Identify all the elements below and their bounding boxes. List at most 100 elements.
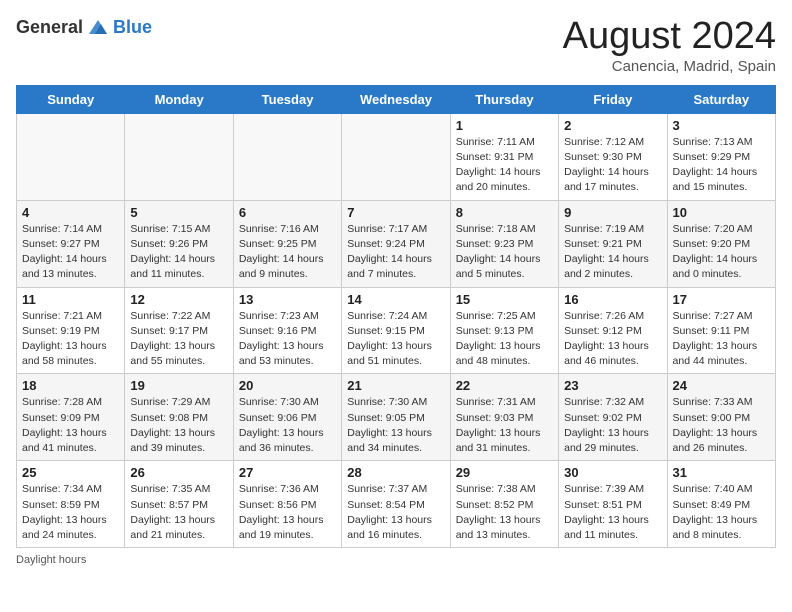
day-number: 23 xyxy=(564,378,661,393)
calendar-cell: 2 Sunrise: 7:12 AM Sunset: 9:30 PM Daylig… xyxy=(559,113,667,200)
logo-blue: Blue xyxy=(113,17,152,38)
daylight-label: Daylight hours xyxy=(16,554,86,566)
day-number: 18 xyxy=(22,378,119,393)
day-info: Sunrise: 7:16 AM Sunset: 9:25 PM Dayligh… xyxy=(239,222,336,283)
calendar-cell: 22 Sunrise: 7:31 AM Sunset: 9:03 PM Dayli… xyxy=(450,374,558,461)
day-number: 21 xyxy=(347,378,444,393)
calendar-cell: 30Sunrise: 7:39 AM Sunset: 8:51 PM Dayli… xyxy=(559,461,667,548)
day-number: 7 xyxy=(347,205,444,220)
day-number: 24 xyxy=(673,378,770,393)
day-info: Sunrise: 7:12 AM Sunset: 9:30 PM Dayligh… xyxy=(564,135,661,196)
day-number: 16 xyxy=(564,292,661,307)
calendar-cell: 7Sunrise: 7:17 AM Sunset: 9:24 PM Daylig… xyxy=(342,200,450,287)
calendar-cell: 31 Sunrise: 7:40 AM Sunset: 8:49 PM Dayli… xyxy=(667,461,775,548)
day-header-thursday: Thursday xyxy=(450,85,558,113)
day-info: Sunrise: 7:21 AM Sunset: 9:19 PM Dayligh… xyxy=(22,309,119,370)
day-number: 8 xyxy=(456,205,553,220)
week-row-1: 1Sunrise: 7:11 AM Sunset: 9:31 PM Daylig… xyxy=(17,113,776,200)
header-row: SundayMondayTuesdayWednesdayThursdayFrid… xyxy=(17,85,776,113)
day-header-monday: Monday xyxy=(125,85,233,113)
day-info: Sunrise: 7:40 AM Sunset: 8:49 PM Dayligh… xyxy=(673,482,770,543)
calendar-table: SundayMondayTuesdayWednesdayThursdayFrid… xyxy=(16,85,776,548)
calendar-cell: 21Sunrise: 7:30 AM Sunset: 9:05 PM Dayli… xyxy=(342,374,450,461)
day-info: Sunrise: 7:31 AM Sunset: 9:03 PM Dayligh… xyxy=(456,395,553,456)
calendar-cell: 19 Sunrise: 7:29 AM Sunset: 9:08 PM Dayli… xyxy=(125,374,233,461)
day-number: 31 xyxy=(673,465,770,480)
day-info: Sunrise: 7:37 AM Sunset: 8:54 PM Dayligh… xyxy=(347,482,444,543)
calendar-cell: 10Sunrise: 7:20 AM Sunset: 9:20 PM Dayli… xyxy=(667,200,775,287)
day-number: 19 xyxy=(130,378,227,393)
calendar-cell: 5 Sunrise: 7:15 AM Sunset: 9:26 PM Daylig… xyxy=(125,200,233,287)
day-info: Sunrise: 7:34 AM Sunset: 8:59 PM Dayligh… xyxy=(22,482,119,543)
week-row-4: 18 Sunrise: 7:28 AM Sunset: 9:09 PM Dayli… xyxy=(17,374,776,461)
day-info: Sunrise: 7:26 AM Sunset: 9:12 PM Dayligh… xyxy=(564,309,661,370)
day-number: 9 xyxy=(564,205,661,220)
logo: General Blue xyxy=(16,16,152,38)
logo-icon xyxy=(87,16,109,38)
calendar-cell xyxy=(233,113,341,200)
day-info: Sunrise: 7:32 AM Sunset: 9:02 PM Dayligh… xyxy=(564,395,661,456)
day-number: 3 xyxy=(673,118,770,133)
calendar-cell: 9 Sunrise: 7:19 AM Sunset: 9:21 PM Daylig… xyxy=(559,200,667,287)
calendar-cell xyxy=(342,113,450,200)
day-number: 12 xyxy=(130,292,227,307)
day-info: Sunrise: 7:18 AM Sunset: 9:23 PM Dayligh… xyxy=(456,222,553,283)
day-number: 28 xyxy=(347,465,444,480)
day-info: Sunrise: 7:15 AM Sunset: 9:26 PM Dayligh… xyxy=(130,222,227,283)
week-row-2: 4Sunrise: 7:14 AM Sunset: 9:27 PM Daylig… xyxy=(17,200,776,287)
day-number: 22 xyxy=(456,378,553,393)
week-row-3: 11Sunrise: 7:21 AM Sunset: 9:19 PM Dayli… xyxy=(17,287,776,374)
day-info: Sunrise: 7:30 AM Sunset: 9:06 PM Dayligh… xyxy=(239,395,336,456)
calendar-cell: 12 Sunrise: 7:22 AM Sunset: 9:17 PM Dayli… xyxy=(125,287,233,374)
day-info: Sunrise: 7:33 AM Sunset: 9:00 PM Dayligh… xyxy=(673,395,770,456)
calendar-cell: 25 Sunrise: 7:34 AM Sunset: 8:59 PM Dayli… xyxy=(17,461,125,548)
header: General Blue August 2024 Canencia, Madri… xyxy=(16,16,776,75)
calendar-cell: 11Sunrise: 7:21 AM Sunset: 9:19 PM Dayli… xyxy=(17,287,125,374)
calendar-cell: 17 Sunrise: 7:27 AM Sunset: 9:11 PM Dayli… xyxy=(667,287,775,374)
day-number: 27 xyxy=(239,465,336,480)
calendar-cell: 16 Sunrise: 7:26 AM Sunset: 9:12 PM Dayli… xyxy=(559,287,667,374)
day-info: Sunrise: 7:38 AM Sunset: 8:52 PM Dayligh… xyxy=(456,482,553,543)
day-number: 15 xyxy=(456,292,553,307)
day-info: Sunrise: 7:22 AM Sunset: 9:17 PM Dayligh… xyxy=(130,309,227,370)
calendar-cell: 29 Sunrise: 7:38 AM Sunset: 8:52 PM Dayli… xyxy=(450,461,558,548)
calendar-cell: 24 Sunrise: 7:33 AM Sunset: 9:00 PM Dayli… xyxy=(667,374,775,461)
day-number: 20 xyxy=(239,378,336,393)
day-header-tuesday: Tuesday xyxy=(233,85,341,113)
calendar-cell: 3Sunrise: 7:13 AM Sunset: 9:29 PM Daylig… xyxy=(667,113,775,200)
calendar-subtitle: Canencia, Madrid, Spain xyxy=(563,58,776,75)
calendar-cell: 13 Sunrise: 7:23 AM Sunset: 9:16 PM Dayli… xyxy=(233,287,341,374)
title-area: August 2024 Canencia, Madrid, Spain xyxy=(563,16,776,75)
day-header-sunday: Sunday xyxy=(17,85,125,113)
day-number: 2 xyxy=(564,118,661,133)
day-info: Sunrise: 7:39 AM Sunset: 8:51 PM Dayligh… xyxy=(564,482,661,543)
day-info: Sunrise: 7:23 AM Sunset: 9:16 PM Dayligh… xyxy=(239,309,336,370)
day-info: Sunrise: 7:36 AM Sunset: 8:56 PM Dayligh… xyxy=(239,482,336,543)
calendar-title: August 2024 xyxy=(563,16,776,58)
day-number: 13 xyxy=(239,292,336,307)
day-number: 26 xyxy=(130,465,227,480)
day-number: 17 xyxy=(673,292,770,307)
day-info: Sunrise: 7:28 AM Sunset: 9:09 PM Dayligh… xyxy=(22,395,119,456)
day-number: 6 xyxy=(239,205,336,220)
calendar-cell: 23 Sunrise: 7:32 AM Sunset: 9:02 PM Dayli… xyxy=(559,374,667,461)
day-info: Sunrise: 7:14 AM Sunset: 9:27 PM Dayligh… xyxy=(22,222,119,283)
calendar-cell: 8 Sunrise: 7:18 AM Sunset: 9:23 PM Daylig… xyxy=(450,200,558,287)
day-number: 25 xyxy=(22,465,119,480)
footer-note: Daylight hours xyxy=(16,554,776,566)
day-info: Sunrise: 7:19 AM Sunset: 9:21 PM Dayligh… xyxy=(564,222,661,283)
calendar-cell: 1Sunrise: 7:11 AM Sunset: 9:31 PM Daylig… xyxy=(450,113,558,200)
calendar-cell: 27 Sunrise: 7:36 AM Sunset: 8:56 PM Dayli… xyxy=(233,461,341,548)
calendar-cell: 20 Sunrise: 7:30 AM Sunset: 9:06 PM Dayli… xyxy=(233,374,341,461)
calendar-cell xyxy=(125,113,233,200)
day-info: Sunrise: 7:24 AM Sunset: 9:15 PM Dayligh… xyxy=(347,309,444,370)
day-number: 5 xyxy=(130,205,227,220)
day-header-saturday: Saturday xyxy=(667,85,775,113)
calendar-cell: 15Sunrise: 7:25 AM Sunset: 9:13 PM Dayli… xyxy=(450,287,558,374)
day-info: Sunrise: 7:27 AM Sunset: 9:11 PM Dayligh… xyxy=(673,309,770,370)
day-number: 29 xyxy=(456,465,553,480)
logo-general: General xyxy=(16,17,83,38)
day-info: Sunrise: 7:29 AM Sunset: 9:08 PM Dayligh… xyxy=(130,395,227,456)
day-header-wednesday: Wednesday xyxy=(342,85,450,113)
day-info: Sunrise: 7:20 AM Sunset: 9:20 PM Dayligh… xyxy=(673,222,770,283)
